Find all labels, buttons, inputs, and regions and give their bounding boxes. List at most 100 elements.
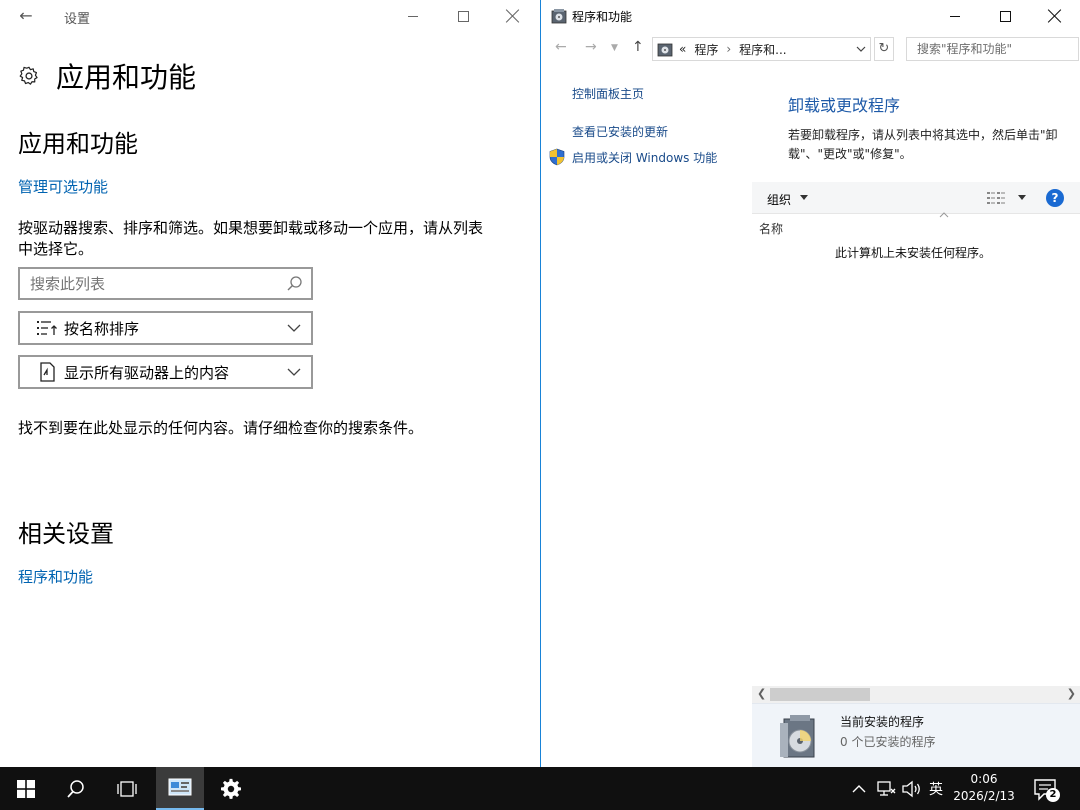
minimize-icon [950, 15, 960, 17]
up-arrow-icon[interactable]: ↑ [632, 39, 644, 55]
command-toolbar: 组织 ? [752, 182, 1080, 214]
recent-dropdown-icon[interactable]: ▼ [611, 43, 618, 53]
scroll-left-icon[interactable]: ❮ [757, 687, 766, 700]
view-details-icon[interactable] [987, 191, 1005, 205]
section-heading-apps: 应用和功能 [18, 130, 138, 158]
refresh-button[interactable]: ↻ [874, 37, 894, 61]
help-icon[interactable]: ? [1046, 189, 1064, 207]
breadcrumb-separator-icon: › [726, 42, 732, 56]
details-count: 0 个已安装的程序 [840, 735, 936, 749]
no-programs-message: 此计算机上未安装任何程序。 [835, 246, 992, 260]
taskbar-clock[interactable]: 0:06 2026/2/13 [948, 771, 1020, 805]
network-icon [877, 780, 896, 796]
back-arrow-icon[interactable]: ← [555, 39, 567, 55]
programs-folder-icon [657, 43, 673, 57]
sort-ascending-icon [939, 212, 949, 218]
task-view-icon [117, 780, 137, 797]
back-arrow-icon[interactable]: ← [14, 6, 38, 26]
taskbar-search-button[interactable] [52, 767, 100, 810]
taskbar-settings[interactable] [207, 767, 255, 810]
task-view-button[interactable] [103, 767, 151, 810]
close-button[interactable] [1030, 0, 1080, 32]
minimize-button[interactable] [930, 0, 980, 32]
column-header-name[interactable]: 名称 [759, 220, 783, 237]
close-button[interactable] [488, 0, 538, 32]
apps-search-input[interactable] [30, 274, 285, 293]
apps-description: 按驱动器搜索、排序和筛选。如果想要卸载或移动一个应用，请从列表中选择它。 [18, 219, 484, 258]
manage-optional-features-link[interactable]: 管理可选功能 [18, 176, 108, 197]
notification-count-badge: 2 [1046, 788, 1060, 802]
programs-features-window: 程序和功能 ← → ▼ ↑ « 程序 › 程序和... ↻ 搜索"程序和功能" [540, 0, 1080, 767]
taskbar-control-panel[interactable] [156, 767, 204, 810]
sort-dropdown-value: 按名称排序 [64, 319, 140, 338]
close-icon [506, 9, 520, 23]
maximize-button[interactable] [980, 0, 1030, 32]
show-hidden-icons-button[interactable] [852, 767, 866, 810]
sort-dropdown[interactable]: 按名称排序 [18, 311, 313, 345]
section-heading-related: 相关设置 [18, 520, 114, 548]
settings-window: ← 设置 应用和功能 应用和功能 管理可选功能 按驱动器搜索、排序和筛选。如果想… [0, 0, 538, 767]
close-icon [1048, 9, 1062, 23]
chevron-down-icon [287, 324, 301, 332]
clock-time: 0:06 [970, 772, 998, 786]
search-icon [67, 779, 84, 798]
breadcrumb-programs[interactable]: 程序 [694, 41, 718, 58]
gear-icon [19, 66, 38, 85]
address-bar[interactable]: « 程序 › 程序和... [652, 37, 871, 61]
programs-and-features-link[interactable]: 程序和功能 [18, 566, 93, 587]
programs-caption-buttons [930, 0, 1080, 32]
windows-features-link[interactable]: 启用或关闭 Windows 功能 [572, 149, 717, 166]
taskbar: 英 0:06 2026/2/13 2 [0, 767, 1080, 810]
minimize-icon [408, 15, 418, 17]
speaker-icon [902, 780, 920, 797]
details-title: 当前安装的程序 [840, 715, 925, 729]
details-pane: 当前安装的程序 0 个已安装的程序 [752, 703, 1080, 767]
drive-icon [40, 362, 55, 382]
programs-window-icon [551, 9, 567, 24]
start-button[interactable] [2, 767, 50, 810]
settings-window-title: 设置 [64, 12, 91, 27]
drive-filter-dropdown[interactable]: 显示所有驱动器上的内容 [18, 355, 313, 389]
maximize-icon [457, 10, 469, 22]
installed-programs-icon [780, 715, 815, 758]
apps-search-box[interactable] [18, 267, 313, 300]
minimize-button[interactable] [388, 0, 438, 32]
breadcrumb-overflow[interactable]: « [679, 42, 686, 56]
uninstall-heading: 卸载或更改程序 [788, 96, 901, 115]
scroll-right-icon[interactable]: ❯ [1067, 687, 1076, 700]
programs-titlebar: 程序和功能 [541, 0, 1080, 32]
view-options-dropdown-icon[interactable] [1018, 195, 1026, 200]
chevron-up-icon [852, 784, 866, 792]
control-panel-icon [168, 778, 192, 795]
horizontal-scrollbar[interactable]: ❮ ❯ [752, 686, 1080, 703]
maximize-button[interactable] [438, 0, 488, 32]
drive-filter-value: 显示所有驱动器上的内容 [64, 363, 230, 382]
view-installed-updates-link[interactable]: 查看已安装的更新 [572, 123, 668, 140]
volume-tray-button[interactable] [901, 767, 923, 810]
organize-button[interactable]: 组织 [767, 191, 791, 208]
control-panel-home-link[interactable]: 控制面板主页 [572, 85, 644, 102]
search-icon [287, 275, 302, 290]
chevron-down-icon [287, 368, 301, 376]
sort-icon [37, 321, 57, 335]
uninstall-instructions: 若要卸载程序，请从列表中将其选中，然后单击"卸载"、"更改"或"修复"。 [788, 128, 1058, 161]
settings-caption-buttons [388, 0, 538, 32]
settings-titlebar: ← 设置 [0, 0, 538, 32]
address-bar-row: ← → ▼ ↑ « 程序 › 程序和... ↻ 搜索"程序和功能" [541, 36, 1080, 62]
settings-gear-icon [221, 778, 241, 799]
programs-window-title: 程序和功能 [572, 10, 633, 24]
chevron-down-icon[interactable] [856, 44, 866, 54]
page-title: 应用和功能 [56, 61, 197, 94]
organize-dropdown-icon [800, 195, 808, 200]
clock-date: 2026/2/13 [953, 789, 1015, 803]
breadcrumb-programs-features[interactable]: 程序和... [739, 41, 786, 58]
uac-shield-icon [549, 148, 565, 166]
scrollbar-thumb[interactable] [770, 688, 870, 701]
page-header: 应用和功能 [18, 56, 196, 96]
forward-arrow-icon[interactable]: → [585, 39, 597, 55]
empty-results-message: 找不到要在此处显示的任何内容。请仔细检查你的搜索条件。 [18, 419, 424, 437]
programs-search-box[interactable]: 搜索"程序和功能" [906, 37, 1079, 61]
network-tray-button[interactable] [876, 767, 896, 810]
windows-logo-icon [17, 779, 35, 798]
input-method-indicator[interactable]: 英 [929, 767, 943, 810]
